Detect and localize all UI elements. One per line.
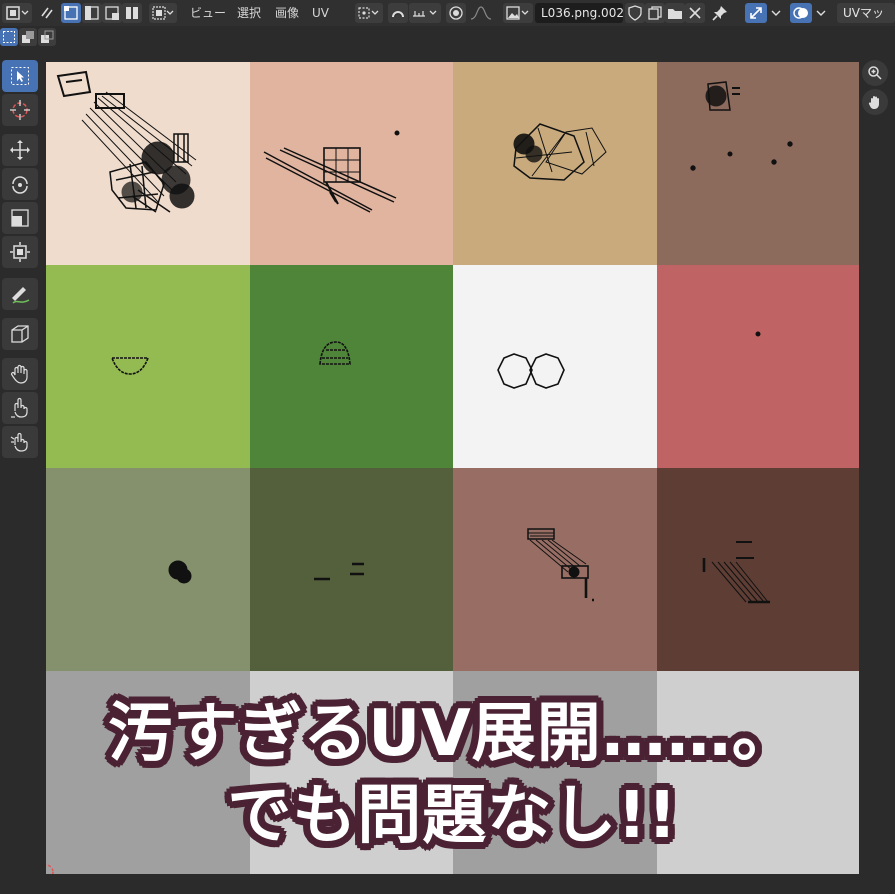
caption-line-2: でも問題なし!!: [227, 779, 678, 853]
pivot-icon: [358, 7, 379, 19]
gizmo-icon: [750, 7, 762, 19]
uv-map-dropdown[interactable]: UVマップ: [837, 3, 895, 40]
edge-select-icon: [85, 6, 99, 20]
menu-select[interactable]: 選択: [237, 3, 261, 23]
scale-tool[interactable]: [2, 202, 38, 234]
grab-tool[interactable]: [2, 358, 38, 390]
rip-region-icon: [11, 325, 29, 343]
rip-region-tool[interactable]: [2, 318, 38, 350]
menu-view[interactable]: ビュー: [190, 3, 226, 23]
duplicate-image-button[interactable]: [645, 3, 665, 23]
select-mode-extend[interactable]: [19, 28, 37, 46]
annotate-pen-icon: [12, 287, 30, 304]
image-name-field[interactable]: L036.png.002: [535, 3, 624, 23]
sticky-selection-icon: [152, 6, 174, 20]
proportional-icon: [449, 6, 463, 20]
proportional-falloff-dropdown[interactable]: [466, 3, 496, 23]
cursor-crosshair-icon: [10, 100, 30, 120]
snap-target-dropdown[interactable]: [409, 3, 441, 23]
move-tool[interactable]: [2, 134, 38, 166]
texture-cell: [453, 62, 657, 265]
folder-icon: [668, 9, 682, 19]
texture-cell: [46, 265, 250, 468]
texture-cell: [453, 468, 657, 671]
select-new-icon: [3, 31, 15, 43]
pin-icon: [712, 6, 727, 21]
scale-icon: [11, 209, 29, 227]
pivot-dropdown[interactable]: [355, 3, 383, 23]
open-image-button[interactable]: [665, 3, 685, 23]
zoom-view-button[interactable]: [862, 60, 888, 86]
overlay-icon: [793, 7, 808, 19]
move-icon: [10, 140, 30, 160]
select-mode-new[interactable]: [0, 28, 18, 46]
snap-icon: [392, 11, 404, 18]
uv-editor-icon: [6, 6, 29, 20]
cursor-arrow-icon: [11, 67, 29, 85]
editor-type-button[interactable]: [2, 3, 32, 23]
island-select-icon: [126, 7, 138, 19]
vertex-select-button[interactable]: [61, 3, 81, 23]
select-mode-subtract[interactable]: [38, 28, 56, 46]
menu-image[interactable]: 画像: [275, 3, 299, 23]
texture-cell: [46, 468, 250, 671]
menu-uv[interactable]: UV: [312, 3, 329, 23]
tool-settings-row: [0, 26, 895, 48]
pinch-hand-icon: [10, 432, 28, 452]
relax-hand-icon: [11, 397, 28, 418]
texture-cell: [46, 62, 250, 265]
sync-selection-icon: [41, 7, 53, 19]
texture-cell: [250, 468, 453, 671]
face-select-button[interactable]: [102, 3, 122, 23]
select-subtract-icon: [41, 30, 54, 43]
shield-icon: [628, 5, 642, 21]
select-box-tool[interactable]: [2, 60, 38, 92]
hand-icon: [868, 96, 879, 109]
transform-icon: [10, 242, 30, 262]
overlay-dropdown[interactable]: [812, 3, 830, 23]
edge-select-button[interactable]: [82, 3, 102, 23]
texture-cell: [657, 265, 859, 468]
pinch-tool[interactable]: [2, 426, 38, 458]
uv-editor-header: ビュー 選択 画像 UV L036.png.002 UVマッ: [0, 0, 895, 40]
pin-image-toggle[interactable]: [709, 3, 731, 23]
transform-tool[interactable]: [2, 236, 38, 268]
overlay-toggle[interactable]: [790, 3, 812, 23]
island-select-button[interactable]: [122, 3, 142, 23]
falloff-curve-icon: [470, 6, 492, 20]
texture-cell: [453, 265, 657, 468]
unlink-image-button[interactable]: [685, 3, 705, 23]
sync-selection-button[interactable]: [36, 3, 58, 23]
sticky-selection-dropdown[interactable]: [149, 3, 177, 23]
vertex-select-icon: [64, 6, 78, 20]
select-extend-icon: [22, 31, 34, 43]
pan-view-button[interactable]: [862, 89, 888, 115]
texture-cell: [250, 62, 453, 265]
gizmo-dropdown[interactable]: [767, 3, 785, 23]
duplicate-icon: [648, 6, 662, 20]
rotate-tool[interactable]: [2, 168, 38, 200]
grab-hand-icon: [11, 364, 28, 384]
texture-cell: [657, 468, 859, 671]
cursor-tool[interactable]: [2, 94, 38, 126]
annotate-tool[interactable]: [2, 278, 38, 310]
gizmo-toggle[interactable]: [745, 3, 767, 23]
proportional-editing-toggle[interactable]: [446, 3, 466, 23]
texture-cell: [657, 62, 859, 265]
snap-toggle[interactable]: [388, 3, 408, 23]
rotate-icon: [12, 176, 28, 194]
zoom-icon: [868, 66, 882, 80]
close-icon: [689, 7, 701, 19]
relax-tool[interactable]: [2, 392, 38, 424]
image-icon: [506, 6, 529, 20]
caption-line-1: 汚すぎるUV展開……。: [108, 697, 797, 771]
snap-target-icon: [413, 10, 437, 17]
texture-cell: [250, 265, 453, 468]
fake-user-button[interactable]: [625, 3, 645, 23]
chevron-down-icon: [771, 10, 781, 16]
image-browse-button[interactable]: [503, 3, 533, 23]
face-select-icon: [105, 6, 119, 20]
chevron-down-icon: [816, 10, 826, 16]
